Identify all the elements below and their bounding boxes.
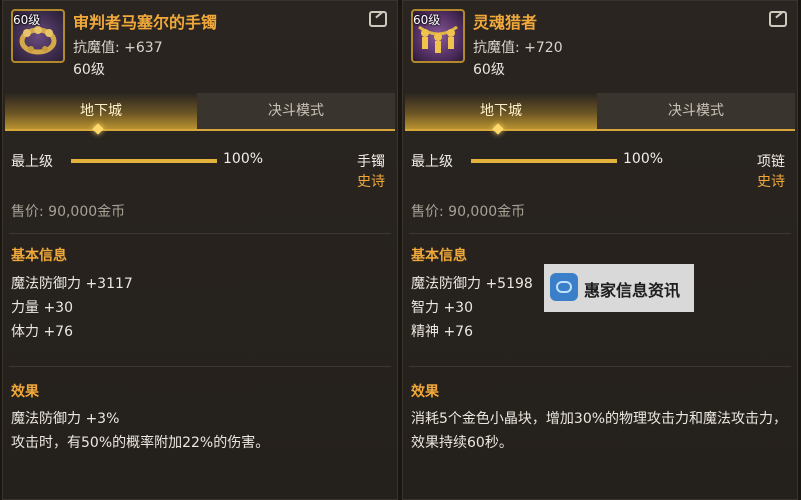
divider (9, 366, 391, 367)
grade-percent: 100% (623, 151, 664, 167)
divider (409, 233, 791, 234)
basic-info-title: 基本信息 (411, 248, 467, 264)
watermark-badge: 惠家信息资讯 (544, 264, 694, 312)
stat-line: 魔法防御力 +5198 (411, 276, 533, 292)
effect-text: 消耗5个金色小晶块，增加30%的物理攻击力和魔法攻击力，效果持续60秒。 (411, 411, 788, 451)
effect-line: 魔法防御力 +3% (11, 411, 120, 427)
divider (9, 233, 391, 234)
item-tooltip-left: 60级 审判者马塞尔的手镯 抗魔值: +637 60级 地下城 决斗模式 最上级… (2, 0, 398, 500)
watermark-text: 惠家信息资讯 (584, 281, 681, 300)
item-header: 60级 审判者马塞尔的手镯 抗魔值: +637 60级 (3, 1, 397, 89)
watermark-logo-icon (550, 273, 578, 301)
item-level-tag: 60级 (413, 13, 441, 27)
grade-label: 最上级 (411, 154, 453, 170)
grade-bar (71, 159, 217, 163)
item-level-tag: 60级 (13, 13, 41, 27)
rarity-label: 史诗 (757, 174, 785, 190)
effect-line: 攻击时，有50%的概率附加22%的伤害。 (11, 435, 270, 451)
share-icon[interactable] (369, 11, 387, 27)
tab-pvp[interactable]: 决斗模式 (597, 93, 795, 129)
mode-tabs: 地下城 决斗模式 (3, 89, 397, 135)
mode-tabs: 地下城 决斗模式 (403, 89, 797, 135)
tab-dungeon[interactable]: 地下城 (405, 93, 597, 129)
resist-value: 抗魔值: +720 (473, 40, 563, 56)
grade-bar-fill (471, 159, 617, 163)
rarity-label: 史诗 (357, 174, 385, 190)
item-level: 60级 (73, 62, 105, 78)
grade-bar-fill (71, 159, 217, 163)
item-level: 60级 (473, 62, 505, 78)
effect-text: 魔法防御力 +3% 攻击时，有50%的概率附加22%的伤害。 (11, 407, 389, 455)
item-name: 审判者马塞尔的手镯 (73, 13, 218, 32)
item-header: 60级 灵魂猎者 抗魔值: +720 60级 (403, 1, 797, 89)
basic-info-title: 基本信息 (11, 248, 67, 264)
equipment-slot: 项链 (757, 154, 785, 170)
grade-row: 最上级 100% 手镯 史诗 (3, 149, 397, 190)
stat-line: 力量 +30 (11, 300, 73, 316)
grade-bar (471, 159, 617, 163)
tab-dungeon[interactable]: 地下城 (5, 93, 197, 129)
item-name: 灵魂猎者 (473, 13, 538, 32)
tab-underline (405, 129, 795, 131)
effect-title: 效果 (411, 384, 439, 400)
grade-row: 最上级 100% 项链 史诗 (403, 149, 797, 190)
resist-value: 抗魔值: +637 (73, 40, 163, 56)
stat-line: 魔法防御力 +3117 (11, 276, 133, 292)
stat-line: 智力 +30 (411, 300, 473, 316)
grade-label: 最上级 (11, 154, 53, 170)
tab-pvp[interactable]: 决斗模式 (197, 93, 395, 129)
sell-price: 售价: 90,000金币 (411, 204, 526, 220)
grade-percent: 100% (223, 151, 264, 167)
sell-price: 售价: 90,000金币 (11, 204, 126, 220)
equipment-slot: 手镯 (357, 154, 385, 170)
item-tooltip-right: 60级 灵魂猎者 抗魔值: +720 60级 地下城 决斗模式 最上级 100%… (402, 0, 798, 500)
stat-line: 精神 +76 (411, 324, 473, 340)
divider (409, 366, 791, 367)
effect-title: 效果 (11, 384, 39, 400)
tab-underline (5, 129, 395, 131)
stat-line: 体力 +76 (11, 324, 73, 340)
share-icon[interactable] (769, 11, 787, 27)
